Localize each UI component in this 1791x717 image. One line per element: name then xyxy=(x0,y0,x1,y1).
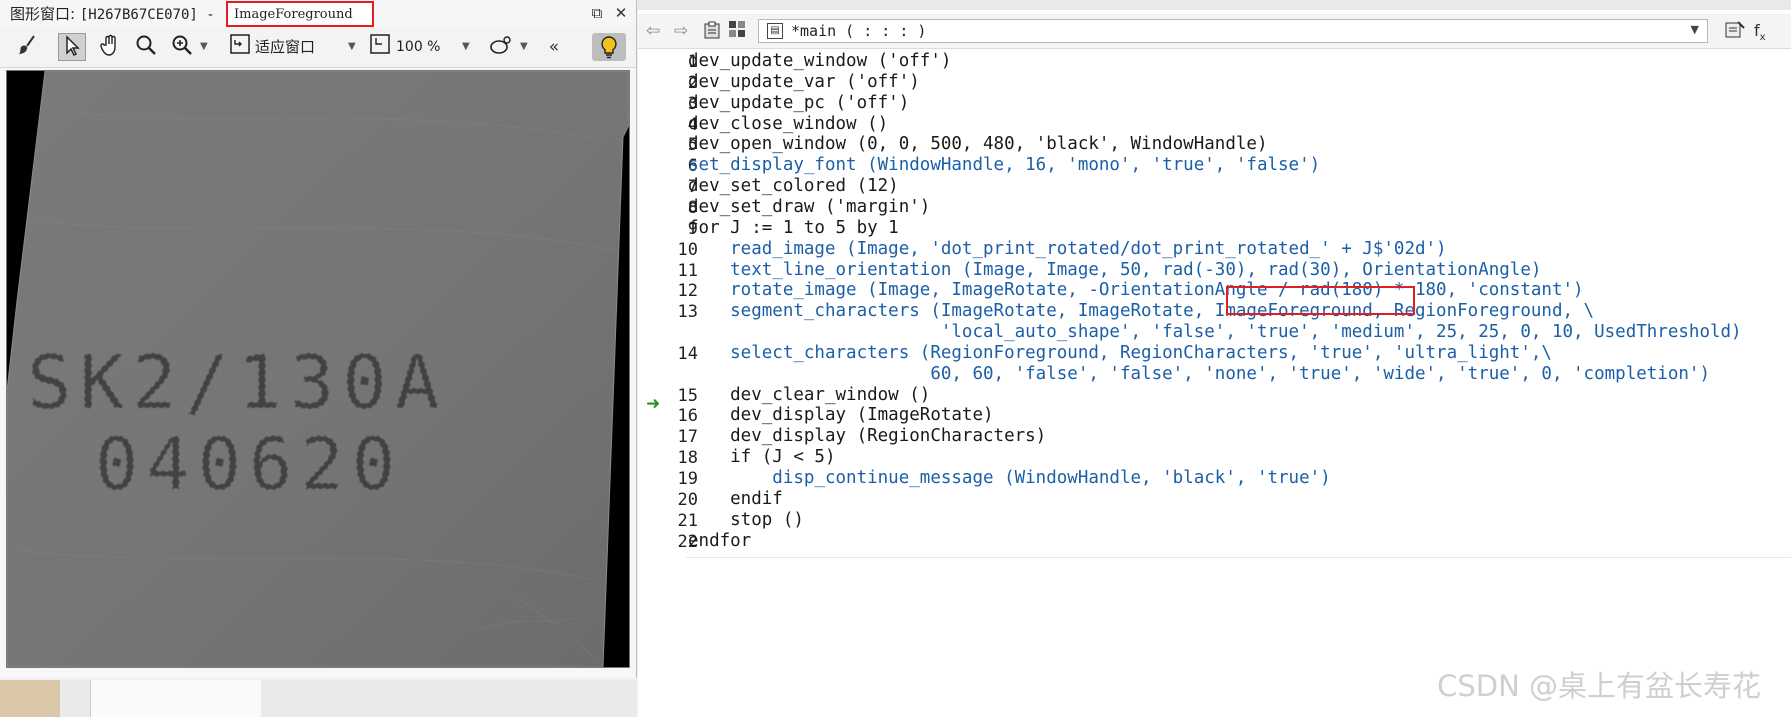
procedure-select-value: *main ( : : : ) xyxy=(791,22,927,40)
fit-window-dropdown-icon[interactable]: ▼ xyxy=(348,33,356,61)
forward-arrow-icon[interactable]: ⇨ xyxy=(674,20,688,42)
code-line[interactable]: for J := 1 to 5 by 1 xyxy=(688,218,899,238)
graphics-canvas[interactable]: SK2/130A 040620 xyxy=(6,70,630,668)
code-line[interactable]: 'local_auto_shape', 'false', 'true', 'me… xyxy=(688,322,1742,342)
image-text-line1: SK2/130A xyxy=(27,340,447,426)
editor-toolbar: ⇦ ⇨ ▤ *main ( : : : ) ▼ fx xyxy=(638,14,1791,49)
procedure-select[interactable]: ▤ *main ( : : : ) ▼ xyxy=(758,19,1708,43)
editor-top-strip xyxy=(638,0,1791,10)
code-line[interactable]: dev_set_colored (12) xyxy=(688,176,899,196)
procedure-edit-icon[interactable] xyxy=(1724,20,1746,42)
lightbulb-icon[interactable] xyxy=(592,33,626,61)
program-editor: ⇦ ⇨ ▤ *main ( : : : ) ▼ fx 1 dev_update_w… xyxy=(638,0,1791,717)
rotated-image-display: SK2/130A 040620 xyxy=(7,71,629,667)
code-line[interactable]: endif xyxy=(688,489,783,509)
graphics-toolbar: ▼ 适应窗口 ▼ 100 % ▼ ▼ « xyxy=(0,27,636,68)
code-line[interactable]: dev_set_draw ('margin') xyxy=(688,197,930,217)
code-line[interactable]: dev_update_window ('off') xyxy=(688,51,951,71)
code-line[interactable]: dev_update_var ('off') xyxy=(688,72,920,92)
draw-roi-icon[interactable] xyxy=(488,33,516,61)
code-line[interactable]: disp_continue_message (WindowHandle, 'bl… xyxy=(688,468,1330,488)
code-line[interactable]: dev_update_pc ('off') xyxy=(688,93,909,113)
function-icon[interactable]: fx xyxy=(1754,20,1766,43)
code-line[interactable]: dev_open_window (0, 0, 500, 480, 'black'… xyxy=(688,134,1267,154)
current-line-indicator xyxy=(686,557,1791,558)
title-prefix: 图形窗口: xyxy=(10,5,76,23)
fit-window-select[interactable]: 适应窗口 xyxy=(255,33,347,61)
procedure-list-icon[interactable] xyxy=(728,20,746,42)
program-counter-arrow-icon: ➜ xyxy=(646,394,661,414)
fit-window-icon[interactable] xyxy=(226,33,254,61)
toolbar-overflow-button[interactable]: « xyxy=(546,33,562,61)
zoom-dropdown-icon[interactable]: ▼ xyxy=(200,33,208,61)
code-line[interactable]: dev_close_window () xyxy=(688,114,888,134)
code-line[interactable]: dev_display (ImageRotate) xyxy=(688,405,993,425)
clear-brush-icon[interactable] xyxy=(14,33,42,61)
clipboard-icon[interactable] xyxy=(702,20,722,42)
graphics-window-title: 图形窗口: [H267B67CE070] - xyxy=(10,3,215,24)
code-line[interactable]: segment_characters (ImageRotate, ImageRo… xyxy=(688,301,1594,321)
zoom-in-icon[interactable] xyxy=(168,33,196,61)
image-text-line2: 040620 xyxy=(95,422,403,506)
code-line[interactable]: text_line_orientation (Image, Image, 50,… xyxy=(688,260,1541,280)
close-icon[interactable]: ✕ xyxy=(611,3,631,23)
code-line[interactable]: set_display_font (WindowHandle, 16, 'mon… xyxy=(688,155,1320,175)
code-line[interactable]: if (J < 5) xyxy=(688,447,835,467)
code-line[interactable]: dev_clear_window () xyxy=(688,385,930,405)
procedure-icon: ▤ xyxy=(767,23,783,39)
chevron-down-icon: ▼ xyxy=(1690,23,1699,36)
watermark: CSDN @桌上有盆长寿花 xyxy=(1437,669,1761,703)
back-arrow-icon[interactable]: ⇦ xyxy=(646,20,660,42)
title-image-name: ImageForeground xyxy=(234,7,353,22)
code-line[interactable]: select_characters (RegionForeground, Reg… xyxy=(688,343,1552,363)
draw-roi-dropdown-icon[interactable]: ▼ xyxy=(520,33,528,61)
magnifier-icon[interactable] xyxy=(132,33,160,61)
graphics-window: 图形窗口: [H267B67CE070] - ImageForeground ⧉… xyxy=(0,0,637,717)
title-image-name-highlight: ImageForeground xyxy=(226,1,374,27)
zoom-percent-select[interactable]: 100 % xyxy=(396,33,456,61)
code-line[interactable]: 60, 60, 'false', 'false', 'none', 'true'… xyxy=(688,364,1710,384)
code-line[interactable]: endfor xyxy=(688,531,751,551)
title-window-id: [H267B67CE070] - xyxy=(79,7,215,23)
graphics-window-titlebar: 图形窗口: [H267B67CE070] - ImageForeground ⧉… xyxy=(0,0,636,27)
background-window-strip xyxy=(0,680,636,717)
zoom-percent-icon[interactable] xyxy=(366,33,394,61)
restore-icon[interactable]: ⧉ xyxy=(587,3,607,23)
zoom-percent-dropdown-icon[interactable]: ▼ xyxy=(462,33,470,61)
code-line[interactable]: dev_display (RegionCharacters) xyxy=(688,426,1046,446)
code-line[interactable]: read_image (Image, 'dot_print_rotated/do… xyxy=(688,239,1446,259)
image-foreground-highlight xyxy=(1226,286,1415,315)
pan-hand-icon[interactable] xyxy=(96,33,124,61)
code-line[interactable]: rotate_image (Image, ImageRotate, -Orien… xyxy=(688,280,1583,300)
pointer-icon[interactable] xyxy=(58,33,86,61)
code-line[interactable]: stop () xyxy=(688,510,804,530)
